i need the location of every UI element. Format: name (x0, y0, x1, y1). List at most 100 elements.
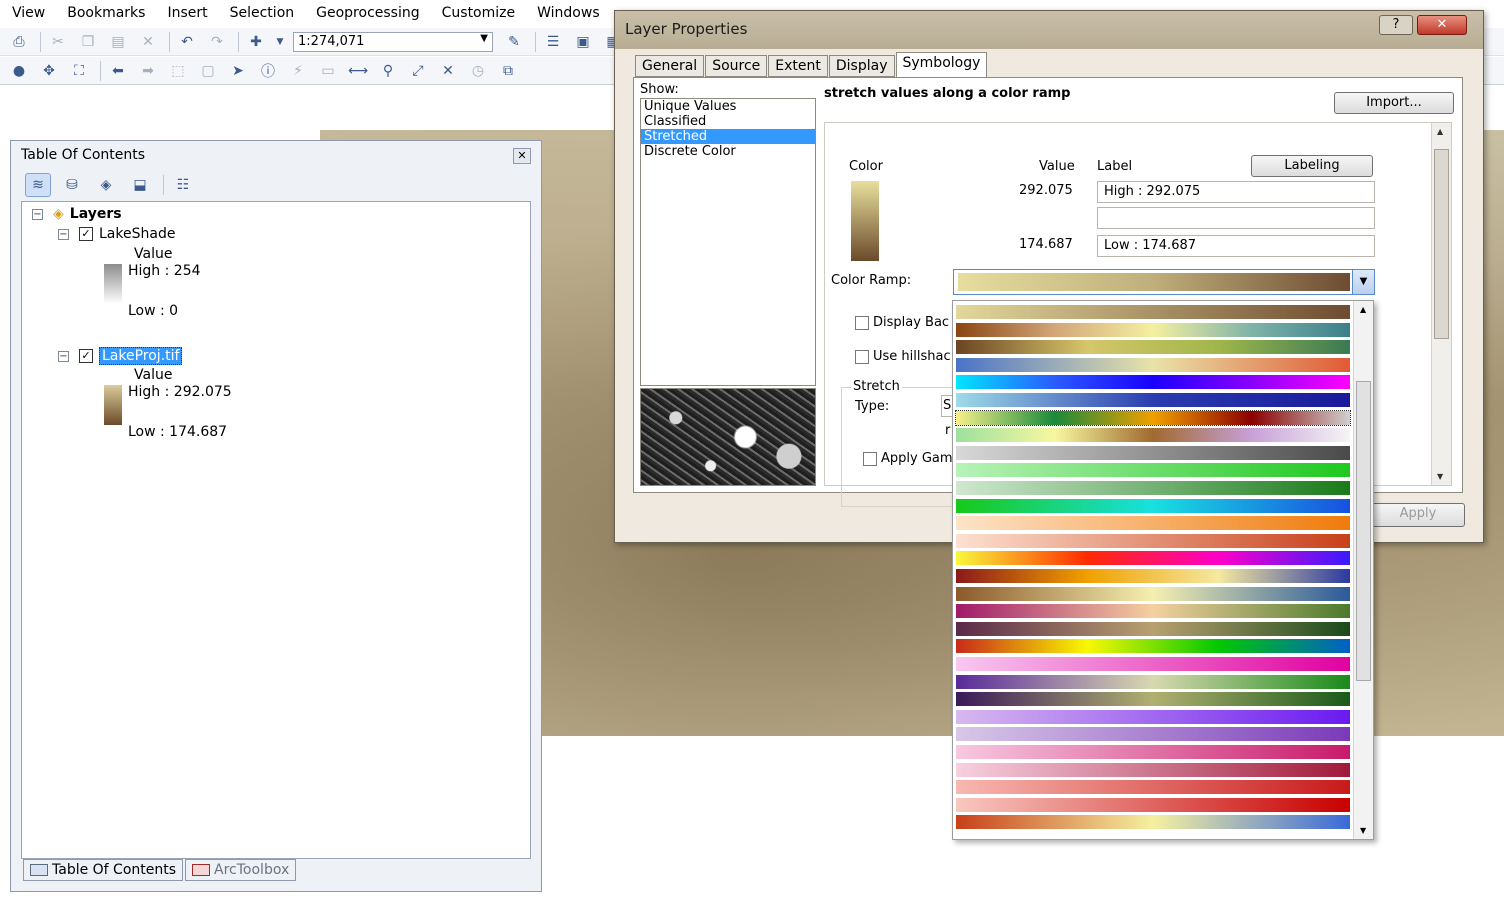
editor-toolbar-icon[interactable]: ✎ (503, 32, 525, 52)
add-data-dropdown-icon[interactable]: ▼ (275, 32, 285, 52)
create-viewer-window-icon[interactable]: ⧉ (497, 61, 519, 81)
color-ramp-option[interactable] (955, 409, 1351, 426)
list-by-selection-icon[interactable]: ⬓ (127, 173, 153, 197)
color-ramp-option[interactable] (956, 322, 1350, 337)
high-label-field[interactable]: High : 292.075 (1097, 181, 1375, 203)
color-ramp-option[interactable] (956, 745, 1350, 759)
chevron-down-icon[interactable]: ▼ (1352, 270, 1374, 294)
panel-scrollbar[interactable]: ▲ ▼ (1431, 123, 1451, 485)
options-icon[interactable]: ☷ (170, 173, 196, 197)
measure-icon[interactable]: ⟷ (347, 61, 369, 81)
table-of-contents-window-icon[interactable]: ☰ (542, 32, 564, 52)
find-icon[interactable]: ⚲ (377, 61, 399, 81)
go-to-xy-icon[interactable]: ✕ (437, 61, 459, 81)
scroll-down-icon[interactable]: ▼ (1360, 826, 1366, 835)
tab-source[interactable]: Source (705, 55, 768, 77)
color-ramp-select[interactable]: ▼ (953, 269, 1375, 295)
renderer-unique-values[interactable]: Unique Values (641, 99, 815, 114)
menu-geoprocessing[interactable]: Geoprocessing (316, 5, 419, 21)
color-ramp-option[interactable] (956, 604, 1350, 619)
display-background-row[interactable]: Display Bac (855, 315, 949, 330)
renderer-discrete-color[interactable]: Discrete Color (641, 144, 815, 159)
dropdown-scrollbar[interactable]: ▲ ▼ (1353, 301, 1373, 839)
color-ramp-option[interactable] (956, 551, 1350, 566)
chevron-down-icon[interactable]: ▼ (480, 33, 488, 44)
layer-name[interactable]: LakeProj.tif (99, 347, 183, 365)
tab-extent[interactable]: Extent (768, 55, 828, 77)
scroll-up-icon[interactable]: ▲ (1437, 127, 1443, 136)
color-ramp-option[interactable] (956, 762, 1350, 777)
hyperlink-icon[interactable]: ⚡ (287, 61, 309, 81)
use-hillshade-row[interactable]: Use hillshac (855, 349, 951, 364)
color-ramp-option[interactable] (956, 357, 1350, 372)
layer-row-lakeshade[interactable]: − ✓ LakeShade (58, 226, 175, 242)
low-label-field[interactable]: Low : 174.687 (1097, 235, 1375, 257)
menu-insert[interactable]: Insert (167, 5, 207, 21)
map-scale-combo[interactable]: 1:274,071 ▼ (293, 31, 493, 52)
color-ramp-option[interactable] (956, 780, 1350, 795)
color-ramp-option[interactable] (956, 674, 1350, 689)
back-arrow-icon[interactable]: ⬅ (107, 61, 129, 81)
undo-icon[interactable]: ↶ (176, 32, 198, 52)
apply-gamma-row[interactable]: Apply Gam (863, 451, 953, 466)
color-ramp-option[interactable] (956, 305, 1350, 319)
clear-selection-icon[interactable]: ▢ (197, 61, 219, 81)
stretch-color-swatch[interactable] (851, 181, 879, 261)
redo-icon[interactable]: ↷ (206, 32, 228, 52)
color-ramp-option[interactable] (956, 393, 1350, 407)
scroll-thumb[interactable] (1434, 149, 1449, 339)
color-ramp-option[interactable] (956, 445, 1350, 460)
tab-arctoolbox[interactable]: ArcToolbox (185, 859, 297, 881)
print-icon[interactable]: ⎙ (8, 32, 30, 52)
select-elements-icon[interactable]: ➤ (227, 61, 249, 81)
color-ramp-option[interactable] (956, 428, 1350, 443)
color-ramp-option[interactable] (956, 533, 1350, 548)
menu-selection[interactable]: Selection (230, 5, 295, 21)
tab-table-of-contents[interactable]: Table Of Contents (23, 859, 184, 881)
menu-view[interactable]: View (12, 5, 45, 21)
time-slider-icon[interactable]: ◷ (467, 61, 489, 81)
color-ramp-option[interactable] (956, 815, 1350, 830)
display-background-checkbox[interactable] (855, 315, 869, 330)
scroll-up-icon[interactable]: ▲ (1360, 305, 1366, 314)
cut-icon[interactable]: ✂ (47, 32, 69, 52)
layer-name[interactable]: LakeShade (99, 226, 175, 242)
color-ramp-option[interactable] (956, 621, 1350, 636)
forward-arrow-icon[interactable]: ➡ (137, 61, 159, 81)
fixed-zoom-in-icon[interactable]: ✥ (38, 61, 60, 81)
color-ramp-option[interactable] (956, 692, 1350, 707)
copy-icon[interactable]: ❐ (77, 32, 99, 52)
scroll-down-icon[interactable]: ▼ (1437, 472, 1443, 481)
tab-general[interactable]: General (635, 55, 705, 77)
color-ramp-option[interactable] (956, 569, 1350, 583)
close-button[interactable]: ✕ (1417, 15, 1467, 35)
color-ramp-option[interactable] (956, 639, 1350, 654)
color-ramp-option[interactable] (956, 657, 1350, 671)
scroll-thumb[interactable] (1356, 381, 1371, 681)
color-ramp-option[interactable] (956, 375, 1350, 390)
globe-icon[interactable]: ● (8, 61, 30, 81)
mid-label-field[interactable] (1097, 207, 1375, 229)
help-button[interactable]: ? (1379, 15, 1413, 35)
tab-display[interactable]: Display (828, 55, 895, 77)
find-route-icon[interactable]: ⤢ (407, 61, 429, 81)
color-ramp-option[interactable] (956, 463, 1350, 478)
color-ramp-option[interactable] (956, 797, 1350, 812)
list-by-visibility-icon[interactable]: ◈ (93, 173, 119, 197)
renderer-classified[interactable]: Classified (641, 114, 815, 129)
select-features-icon[interactable]: ⬚ (167, 61, 189, 81)
renderer-stretched[interactable]: Stretched (641, 129, 815, 144)
color-ramp-option[interactable] (956, 586, 1350, 601)
menu-windows[interactable]: Windows (537, 5, 600, 21)
color-ramp-option[interactable] (956, 481, 1350, 495)
layer-row-lakeproj[interactable]: − ✓ LakeProj.tif (58, 347, 183, 365)
menu-customize[interactable]: Customize (442, 5, 516, 21)
html-popup-icon[interactable]: ▭ (317, 61, 339, 81)
identify-icon[interactable]: ⓘ (257, 61, 279, 81)
apply-gamma-checkbox[interactable] (863, 451, 877, 466)
color-ramp-option[interactable] (956, 709, 1350, 724)
labeling-button[interactable]: Labeling (1251, 155, 1373, 177)
collapse-icon[interactable]: − (58, 228, 69, 240)
close-icon[interactable]: ✕ (513, 148, 531, 164)
list-by-source-icon[interactable]: ⛁ (59, 173, 85, 197)
